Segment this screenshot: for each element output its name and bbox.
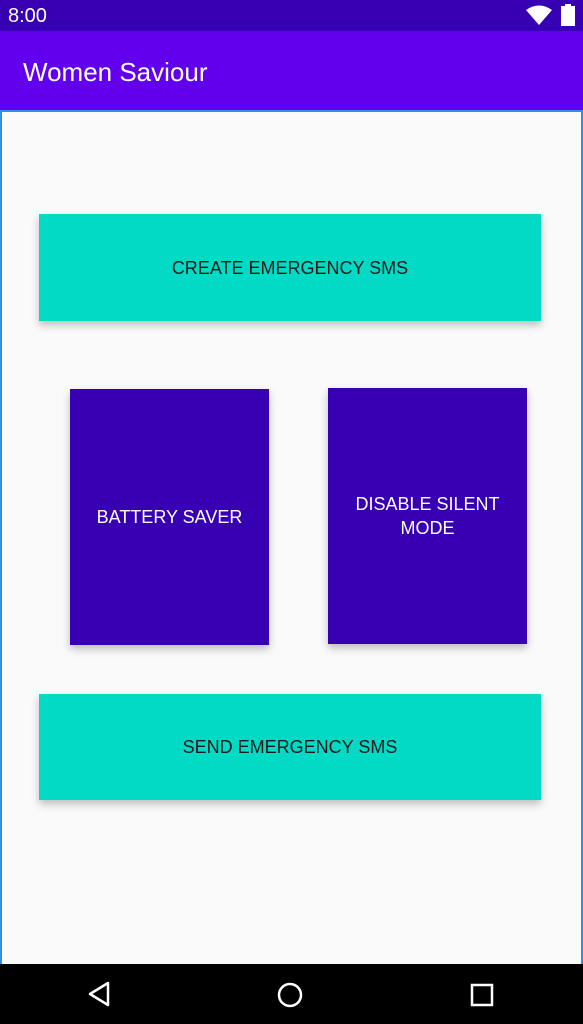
app-title: Women Saviour [23,57,208,87]
battery-icon [561,4,575,26]
status-time: 8:00 [8,5,47,27]
send-emergency-sms-button[interactable]: SEND EMERGENCY SMS [39,694,541,800]
battery-saver-button[interactable]: BATTERY SAVER [70,389,269,645]
disable-silent-mode-button[interactable]: DISABLE SILENT MODE [328,388,527,644]
recents-icon[interactable] [469,982,495,1008]
create-emergency-sms-button[interactable]: CREATE EMERGENCY SMS [39,214,541,321]
back-icon[interactable] [86,981,112,1007]
navigation-bar [0,964,583,1024]
app-bar: Women Saviour [0,31,583,110]
home-icon[interactable] [277,982,303,1008]
wifi-icon [526,5,552,25]
status-bar: 8:00 [0,0,583,31]
status-icons [525,4,575,26]
